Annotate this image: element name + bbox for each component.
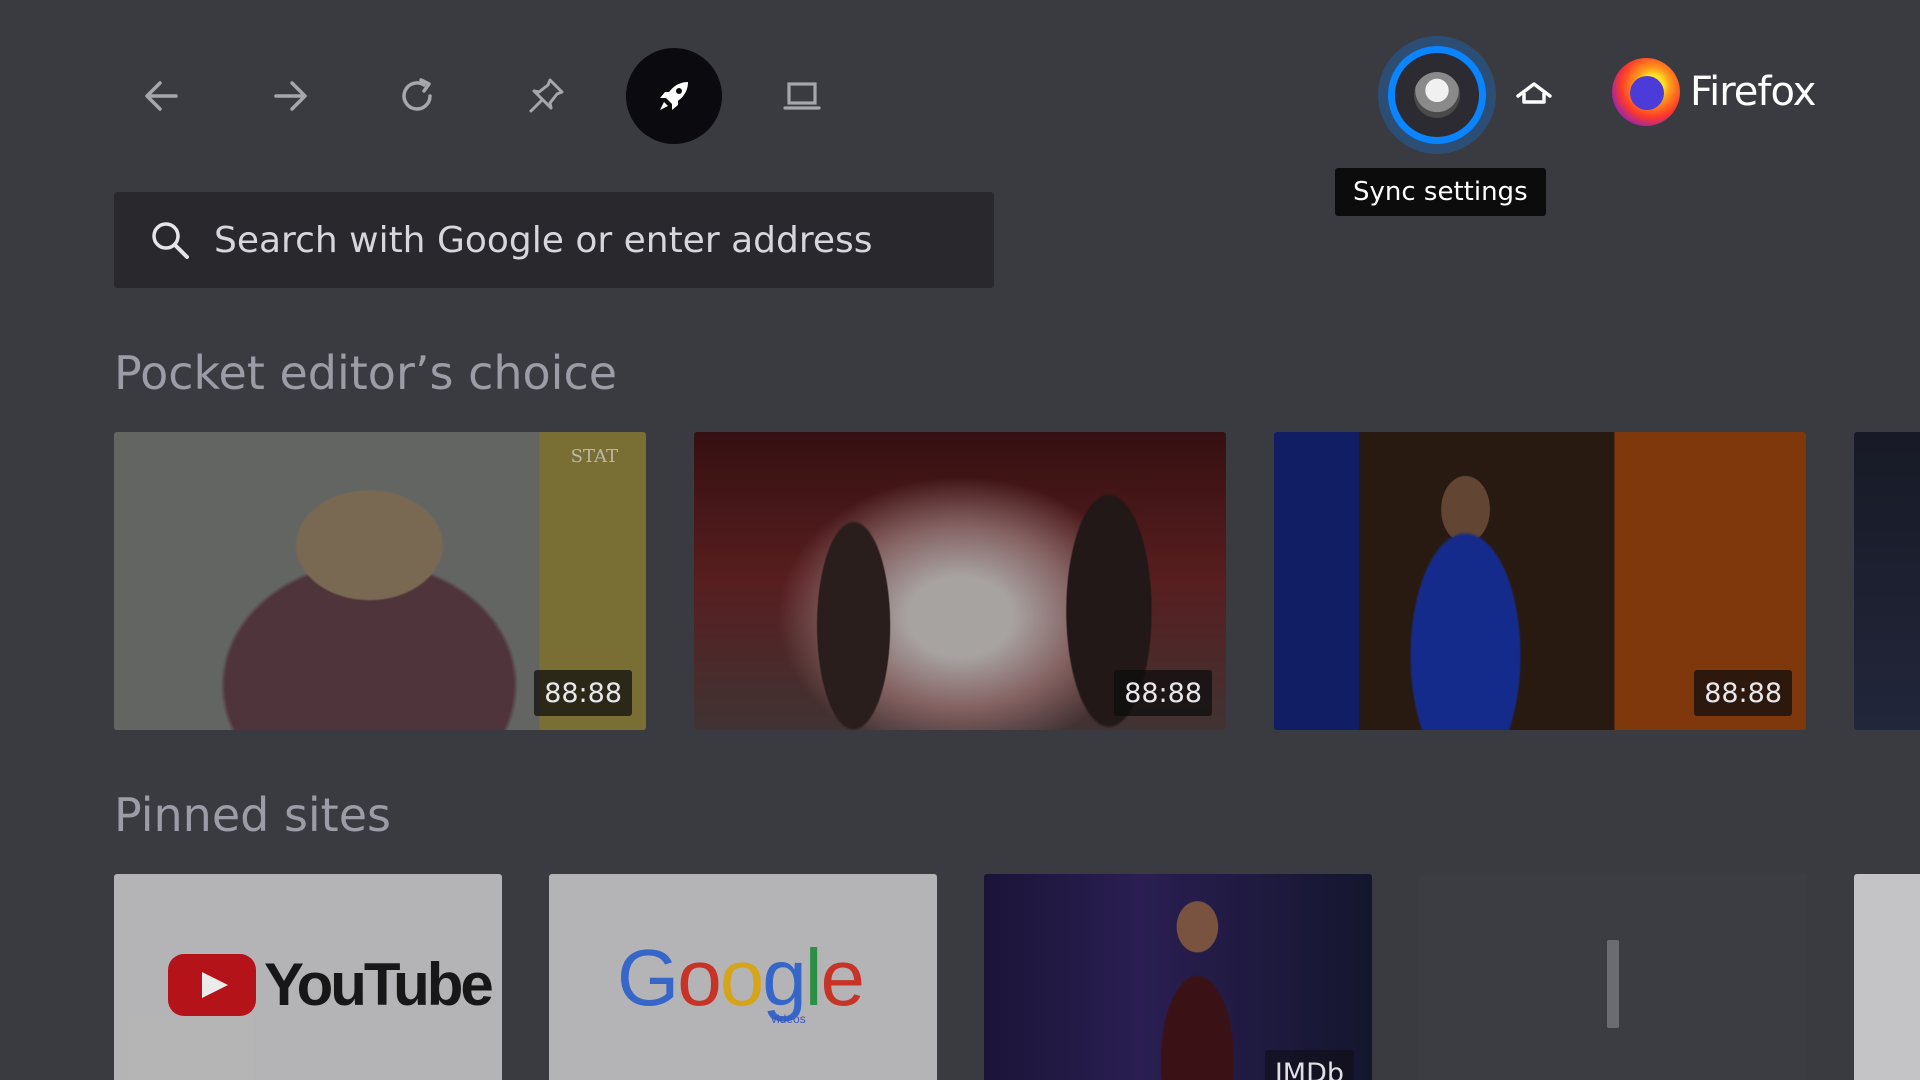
rocket-icon — [660, 82, 688, 110]
sync-settings-button[interactable] — [1378, 36, 1496, 154]
back-button[interactable] — [114, 48, 210, 144]
video-duration: 88:88 — [1694, 670, 1792, 716]
loading-placeholder-icon — [1607, 940, 1619, 1028]
reload-icon — [402, 78, 432, 111]
pocket-video-card-partial[interactable] — [1854, 432, 1920, 730]
brand-name: Firefox — [1690, 69, 1816, 115]
video-duration: 88:88 — [534, 670, 632, 716]
video-duration: 88:88 — [1114, 670, 1212, 716]
pinned-tile-youtube[interactable]: YouTube — [114, 874, 502, 1080]
pinned-tile-loading[interactable] — [1419, 874, 1807, 1080]
pocket-video-card[interactable]: 88:88 — [694, 432, 1226, 730]
firefox-logo-icon — [1612, 58, 1680, 126]
tile-overlay — [549, 874, 937, 1080]
sync-settings-tooltip: Sync settings — [1335, 168, 1546, 216]
pocket-video-card[interactable]: STAT 88:88 — [114, 432, 646, 730]
avatar — [1414, 72, 1460, 118]
forward-button[interactable] — [242, 48, 338, 144]
home-button[interactable] — [1486, 48, 1582, 144]
pocket-section-title: Pocket editor’s choice — [114, 346, 618, 400]
pinned-tile-imdb[interactable]: IMDb — [984, 874, 1372, 1080]
pinned-section-title: Pinned sites — [114, 788, 391, 842]
firefox-brand: Firefox — [1612, 58, 1816, 126]
thumbnail-watermark: STAT — [570, 446, 618, 467]
url-bar[interactable] — [114, 192, 994, 288]
search-input[interactable] — [212, 218, 976, 262]
firefox-home-screen: Sync settings Firefox Pocket editor’s ch… — [0, 0, 1920, 1080]
reload-button[interactable] — [370, 48, 466, 144]
focus-ring — [1388, 46, 1486, 144]
pinned-tile-partial[interactable] — [1854, 874, 1920, 1080]
pinned-tile-google[interactable]: Google videos — [549, 874, 937, 1080]
home-icon — [1516, 82, 1552, 104]
pocket-video-card[interactable]: 88:88 — [1274, 432, 1806, 730]
pin-icon — [529, 78, 564, 113]
pin-button[interactable] — [498, 48, 594, 144]
desktop-mode-button[interactable] — [754, 48, 850, 144]
arrow-right-icon — [274, 81, 307, 111]
tile-overlay — [114, 874, 502, 1080]
search-icon — [152, 222, 189, 259]
laptop-icon — [783, 82, 821, 110]
pocket-button[interactable] — [626, 48, 722, 144]
arrow-left-icon — [145, 81, 178, 111]
tile-label: IMDb — [1264, 1050, 1354, 1080]
